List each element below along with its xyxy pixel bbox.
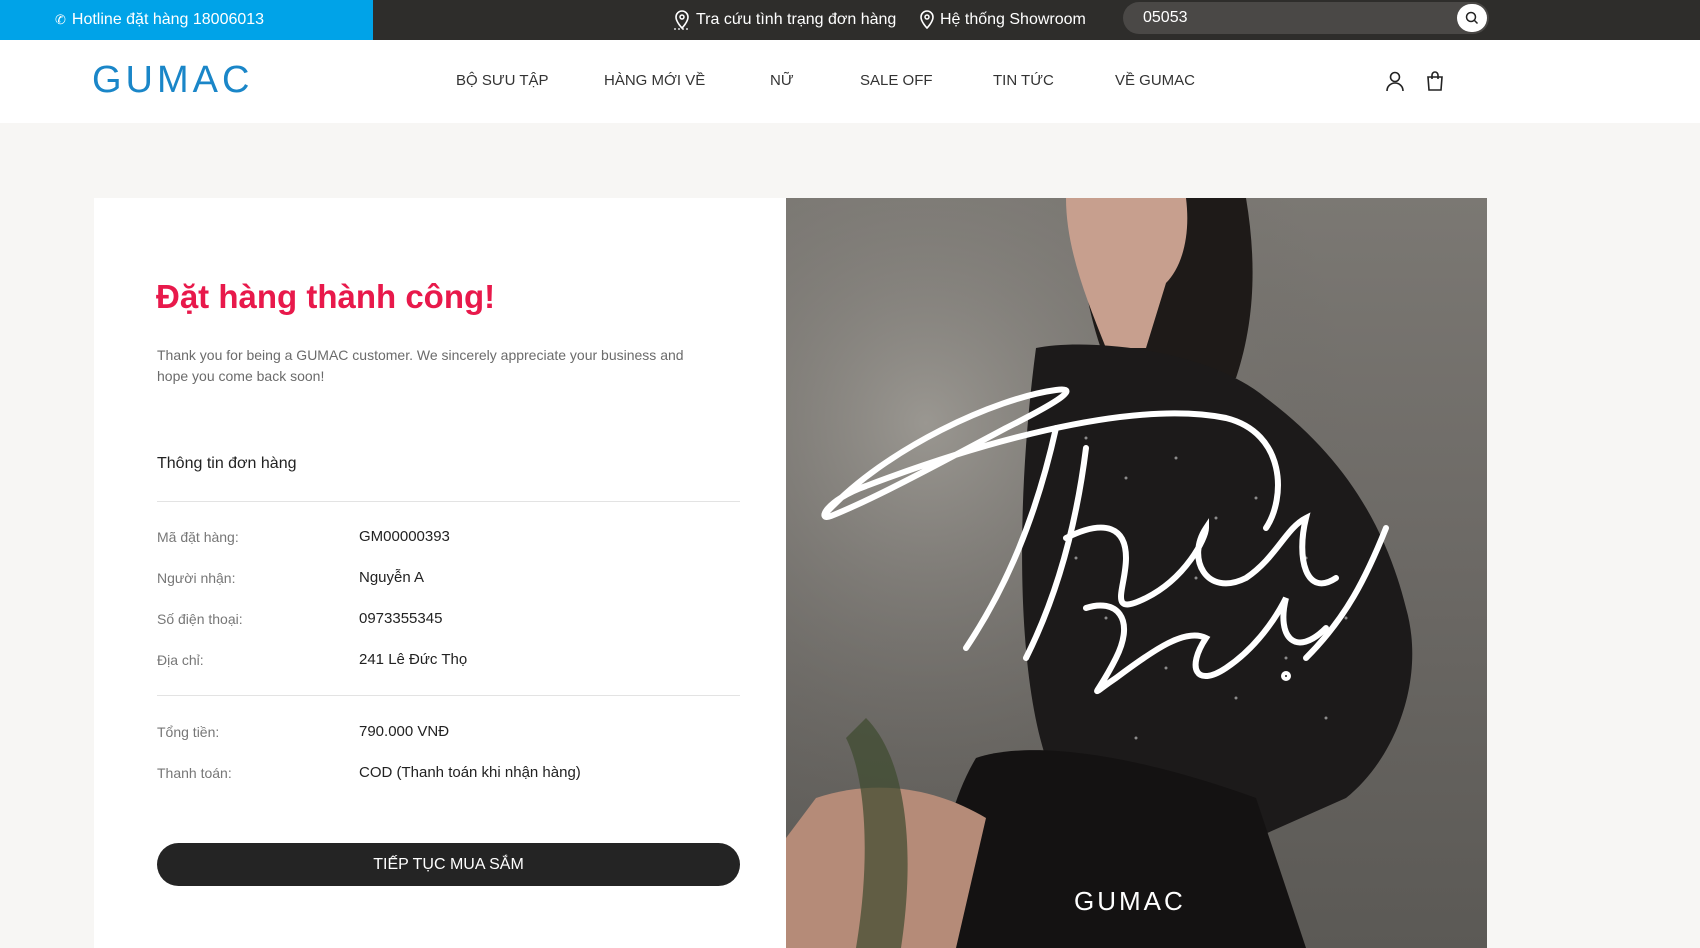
nav-news[interactable]: TIN TỨC <box>993 72 1054 89</box>
location-icon <box>674 10 690 30</box>
search-button[interactable] <box>1457 4 1487 32</box>
pin-icon <box>920 10 934 30</box>
recipient-label: Người nhận: <box>157 570 236 586</box>
total-value: 790.000 VNĐ <box>359 723 450 740</box>
nav-women[interactable]: NỮ <box>770 72 794 89</box>
nav-sale-off[interactable]: SALE OFF <box>860 72 933 89</box>
main-header: GUMAC BỘ SƯU TẬP HÀNG MỚI VỀ NỮ SALE OFF… <box>0 40 1700 123</box>
continue-shopping-button[interactable]: TIẾP TỤC MUA SẮM <box>157 843 740 886</box>
nav-about[interactable]: VỀ GUMAC <box>1115 72 1195 89</box>
order-lookup-text: Tra cứu tình trạng đơn hàng <box>696 11 897 28</box>
hotline-text: Hotline đặt hàng 18006013 <box>71 11 265 28</box>
phone-value: 0973355345 <box>359 610 443 627</box>
nav-collections[interactable]: BỘ SƯU TẬP <box>456 72 549 89</box>
showroom-link[interactable]: Hệ thống Showroom <box>918 0 1086 40</box>
divider <box>157 501 740 502</box>
address-label: Địa chỉ: <box>157 652 204 668</box>
divider <box>157 695 740 696</box>
address-value: 241 Lê Đức Thọ <box>359 651 468 668</box>
search-input[interactable] <box>1143 9 1443 27</box>
site-logo[interactable]: GUMAC <box>92 59 253 102</box>
phone-icon: ✆ <box>55 12 66 27</box>
showroom-text: Hệ thống Showroom <box>940 11 1086 28</box>
order-info-heading: Thông tin đơn hàng <box>157 455 297 472</box>
order-code-value: GM00000393 <box>359 528 450 545</box>
hotline[interactable]: ✆ Hotline đặt hàng 18006013 <box>0 0 373 40</box>
order-code-label: Mã đặt hàng: <box>157 529 239 545</box>
banner-brand-logo: GUMAC <box>1074 886 1186 916</box>
cart-icon[interactable] <box>1425 70 1445 92</box>
total-label: Tổng tiền: <box>157 724 220 740</box>
user-icon[interactable] <box>1384 70 1406 92</box>
payment-value: COD (Thanh toán khi nhận hàng) <box>359 764 581 781</box>
phone-label: Số điện thoại: <box>157 611 243 627</box>
recipient-value: Nguyễn A <box>359 569 425 586</box>
nav-new-arrivals[interactable]: HÀNG MỚI VỀ <box>604 72 705 89</box>
top-bar: ✆ Hotline đặt hàng 18006013 Tra cứu tình… <box>0 0 1700 40</box>
thank-you-message: Thank you for being a GUMAC customer. We… <box>157 347 684 384</box>
search-icon <box>1465 11 1479 25</box>
model-photo <box>786 198 1487 948</box>
page-title: Đặt hàng thành công! <box>156 278 496 315</box>
search-box <box>1123 2 1489 34</box>
payment-label: Thanh toán: <box>157 765 232 781</box>
thank-you-banner: GUMAC <box>786 198 1487 948</box>
order-lookup-link[interactable]: Tra cứu tình trạng đơn hàng <box>672 0 896 40</box>
